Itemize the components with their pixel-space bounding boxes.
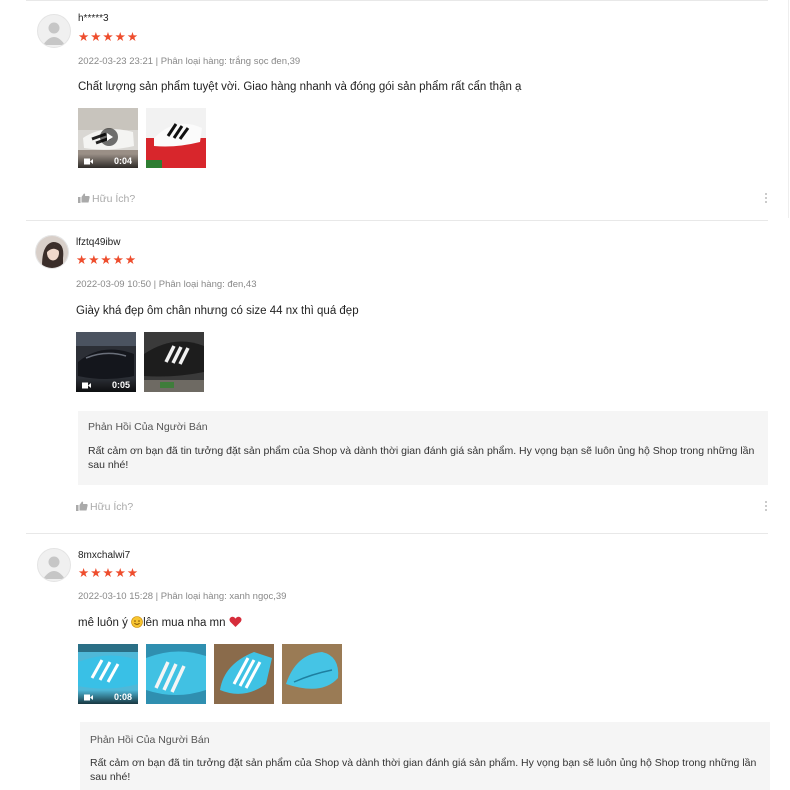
review-item: lfztq49ibw ★★★★★ 2022-03-09 10:50 | Phân… bbox=[0, 221, 790, 533]
seller-reply: Phản Hồi Của Người Bán Rất cảm ơn bạn đã… bbox=[80, 722, 770, 790]
review-photo-thumbnail[interactable] bbox=[214, 644, 274, 704]
review-photo-thumbnail[interactable] bbox=[146, 644, 206, 704]
rating-stars: ★★★★★ bbox=[78, 30, 140, 44]
seller-reply-text: Rất cảm ơn bạn đã tin tưởng đặt sản phẩm… bbox=[88, 445, 755, 471]
avatar-placeholder-icon[interactable] bbox=[37, 14, 71, 48]
rating-stars: ★★★★★ bbox=[78, 566, 140, 580]
seller-reply-title: Phản Hồi Của Người Bán bbox=[90, 734, 210, 746]
seller-reply-text: Rất cảm ơn bạn đã tin tưởng đặt sản phẩm… bbox=[90, 757, 757, 783]
helpful-button[interactable]: Hữu Ích? bbox=[78, 193, 135, 205]
helpful-button[interactable]: Hữu Ích? bbox=[76, 501, 133, 513]
heart-emoji-icon bbox=[229, 616, 242, 627]
avatar[interactable] bbox=[35, 235, 69, 269]
thumbs-up-icon bbox=[78, 193, 90, 203]
video-camera-icon bbox=[84, 694, 93, 701]
seller-reply-title: Phản Hồi Của Người Bán bbox=[88, 421, 208, 433]
video-camera-icon bbox=[82, 382, 91, 389]
more-vertical-icon[interactable] bbox=[764, 192, 768, 206]
helpful-label: Hữu Ích? bbox=[90, 501, 134, 513]
helpful-label: Hữu Ích? bbox=[92, 193, 136, 205]
review-video-thumbnail[interactable]: 0:08 bbox=[78, 644, 138, 704]
reviewer-username[interactable]: lfztq49ibw bbox=[76, 237, 120, 248]
more-vertical-icon[interactable] bbox=[764, 500, 768, 514]
review-photo-thumbnail[interactable] bbox=[282, 644, 342, 704]
review-video-thumbnail[interactable]: 0:04 bbox=[78, 108, 138, 168]
review-photo-thumbnail[interactable] bbox=[146, 108, 206, 168]
smile-emoji-icon bbox=[131, 616, 143, 628]
review-item: 8mxchalwi7 ★★★★★ 2022-03-10 15:28 | Phân… bbox=[0, 534, 790, 790]
review-meta: 2022-03-23 23:21 | Phân loại hàng: trắng… bbox=[78, 56, 301, 67]
review-meta: 2022-03-10 15:28 | Phân loại hàng: xanh … bbox=[78, 591, 287, 602]
comment-text: mê luôn ý bbox=[78, 617, 132, 629]
video-duration: 0:05 bbox=[112, 380, 131, 390]
video-camera-icon bbox=[84, 158, 93, 165]
review-comment: Chất lượng sản phẩm tuyệt vời. Giao hàng… bbox=[78, 81, 522, 93]
review-photo-thumbnail[interactable] bbox=[144, 332, 204, 392]
play-icon[interactable] bbox=[100, 128, 118, 146]
reviewer-username[interactable]: 8mxchalwi7 bbox=[78, 550, 130, 561]
review-item: h*****3 ★★★★★ 2022-03-23 23:21 | Phân lo… bbox=[0, 0, 790, 220]
comment-text: lên mua nha mn bbox=[143, 617, 229, 629]
video-duration: 0:08 bbox=[114, 692, 133, 702]
review-meta: 2022-03-09 10:50 | Phân loại hàng: đen,4… bbox=[76, 279, 257, 290]
seller-reply: Phản Hồi Của Người Bán Rất cảm ơn bạn đã… bbox=[78, 411, 768, 485]
review-comment: mê luôn ý lên mua nha mn bbox=[78, 616, 242, 629]
avatar-placeholder-icon[interactable] bbox=[37, 548, 71, 582]
video-duration: 0:04 bbox=[114, 156, 133, 166]
review-comment: Giày khá đẹp ôm chân nhưng có size 44 nx… bbox=[76, 305, 359, 317]
thumbs-up-icon bbox=[76, 501, 88, 511]
reviewer-username[interactable]: h*****3 bbox=[78, 13, 109, 24]
rating-stars: ★★★★★ bbox=[76, 253, 138, 267]
review-video-thumbnail[interactable]: 0:05 bbox=[76, 332, 136, 392]
